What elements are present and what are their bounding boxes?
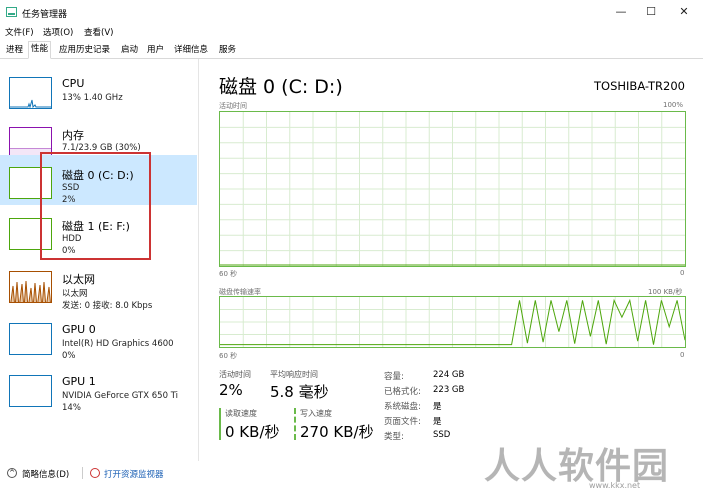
tab-details[interactable]: 详细信息 (171, 42, 211, 57)
task-manager-icon (6, 7, 17, 17)
page-file-label: 页面文件: (384, 417, 421, 427)
watermark-text: 人人软件园 (484, 446, 670, 487)
disk-model: TOSHIBA-TR200 (594, 79, 685, 93)
resource-detail: 7.1/23.9 GB (30%) (62, 143, 141, 153)
tab-services[interactable]: 服务 (216, 42, 239, 57)
resource-throughput: 发送: 0 接收: 8.0 Kbps (62, 301, 153, 311)
resource-name: 内存 (62, 129, 84, 142)
resource-detail: NVIDIA GeForce GTX 650 Ti (62, 391, 178, 401)
open-resource-monitor-link[interactable]: 打开资源监视器 (104, 468, 164, 480)
resource-name: CPU (62, 77, 85, 90)
write-speed-value: 270 KB/秒 (300, 423, 374, 441)
resource-detail: 13% 1.40 GHz (62, 93, 123, 103)
graph1-max: 100% (663, 101, 684, 109)
tab-startup[interactable]: 启动 (118, 42, 141, 57)
menu-options[interactable]: 选项(O) (43, 26, 73, 38)
formatted-label: 已格式化: (384, 387, 421, 397)
page-file-value: 是 (433, 417, 442, 427)
watermark-url: www.kkx.net (589, 481, 641, 490)
disk-title: 磁盘 0 (C: D:) (219, 76, 343, 98)
type-label: 类型: (384, 432, 404, 442)
system-disk-value: 是 (433, 402, 442, 412)
resource-gpu-1[interactable]: GPU 1 NVIDIA GeForce GTX 650 Ti 14% (0, 363, 197, 413)
resource-type: HDD (62, 234, 82, 244)
resource-ethernet[interactable]: 以太网 以太网 发送: 0 接收: 8.0 Kbps (0, 259, 197, 311)
footer-separator (82, 467, 83, 479)
read-speed-value: 0 KB/秒 (225, 423, 280, 441)
transfer-rate-chart (220, 297, 685, 347)
resource-name: 磁盘 1 (E: F:) (62, 220, 130, 233)
graph1-min: 0 (680, 269, 685, 277)
resource-cpu[interactable]: CPU 13% 1.40 GHz (0, 65, 197, 115)
capacity-value: 224 GB (433, 370, 465, 380)
resource-usage: 0% (62, 246, 76, 256)
system-disk-label: 系统磁盘: (384, 402, 421, 412)
ethernet-thumbnail (9, 271, 52, 303)
title-bar: 任务管理器 — ☐ ✕ (0, 0, 703, 25)
disk1-thumbnail (9, 218, 52, 250)
resource-detail: 以太网 (62, 289, 88, 299)
active-time-value: 2% (219, 381, 243, 399)
resource-usage: 14% (62, 403, 81, 413)
resource-gpu-0[interactable]: GPU 0 Intel(R) HD Graphics 4600 0% (0, 311, 197, 361)
graph2-time: 60 秒 (219, 352, 238, 360)
resource-disk-0[interactable]: 磁盘 0 (C: D:) SSD 2% (0, 155, 197, 205)
menu-view[interactable]: 查看(V) (84, 26, 113, 38)
avg-response-value: 5.8 毫秒 (270, 383, 329, 401)
maximize-button[interactable]: ☐ (636, 3, 666, 21)
disk0-thumbnail (9, 167, 52, 199)
read-speed-label: 读取速度 (225, 409, 257, 418)
graph1-label: 活动时间 (219, 102, 247, 110)
menu-bar: 文件(F) 选项(O) 查看(V) (0, 25, 703, 40)
resource-list: CPU 13% 1.40 GHz 内存 7.1/23.9 GB (30%) 磁盘… (0, 59, 197, 459)
window-title: 任务管理器 (22, 10, 68, 20)
gpu0-thumbnail (9, 323, 52, 355)
minimize-button[interactable]: — (606, 3, 636, 21)
resource-type: SSD (62, 183, 80, 193)
menu-file[interactable]: 文件(F) (5, 26, 34, 38)
tab-performance[interactable]: 性能 (28, 41, 52, 59)
tab-processes[interactable]: 进程 (3, 42, 26, 57)
resource-monitor-icon[interactable] (90, 468, 100, 478)
active-time-grid (220, 112, 685, 266)
avg-response-label: 平均响应时间 (270, 370, 318, 379)
resource-disk-1[interactable]: 磁盘 1 (E: F:) HDD 0% (0, 206, 197, 256)
tab-app-history[interactable]: 应用历史记录 (56, 42, 113, 57)
tab-users[interactable]: 用户 (144, 42, 167, 57)
capacity-label: 容量: (384, 372, 404, 382)
pane-divider (198, 59, 199, 461)
resource-name: 以太网 (62, 273, 95, 286)
watermark: 人人软件园 www.kkx.net (484, 437, 694, 492)
chevron-up-icon[interactable]: ^ (7, 468, 17, 478)
resource-detail: Intel(R) HD Graphics 4600 (62, 339, 174, 349)
write-speed-marker (294, 408, 296, 440)
resource-name: GPU 1 (62, 375, 96, 388)
active-time-graph (219, 111, 686, 267)
brief-info-link[interactable]: 简略信息(D) (22, 468, 69, 480)
resource-usage: 0% (62, 351, 76, 361)
type-value: SSD (433, 430, 451, 440)
resource-usage: 2% (62, 195, 76, 205)
close-button[interactable]: ✕ (669, 3, 699, 21)
formatted-value: 223 GB (433, 385, 465, 395)
active-time-label: 活动时间 (219, 370, 251, 379)
read-speed-marker (219, 408, 221, 440)
tab-bar: 进程 性能 应用历史记录 启动 用户 详细信息 服务 (0, 41, 703, 59)
cpu-thumbnail (9, 77, 52, 109)
transfer-rate-graph (219, 296, 686, 348)
graph2-min: 0 (680, 351, 685, 359)
write-speed-label: 写入速度 (300, 409, 332, 418)
gpu1-thumbnail (9, 375, 52, 407)
graph1-time: 60 秒 (219, 270, 238, 278)
resource-name: 磁盘 0 (C: D:) (62, 169, 134, 182)
resource-name: GPU 0 (62, 323, 96, 336)
